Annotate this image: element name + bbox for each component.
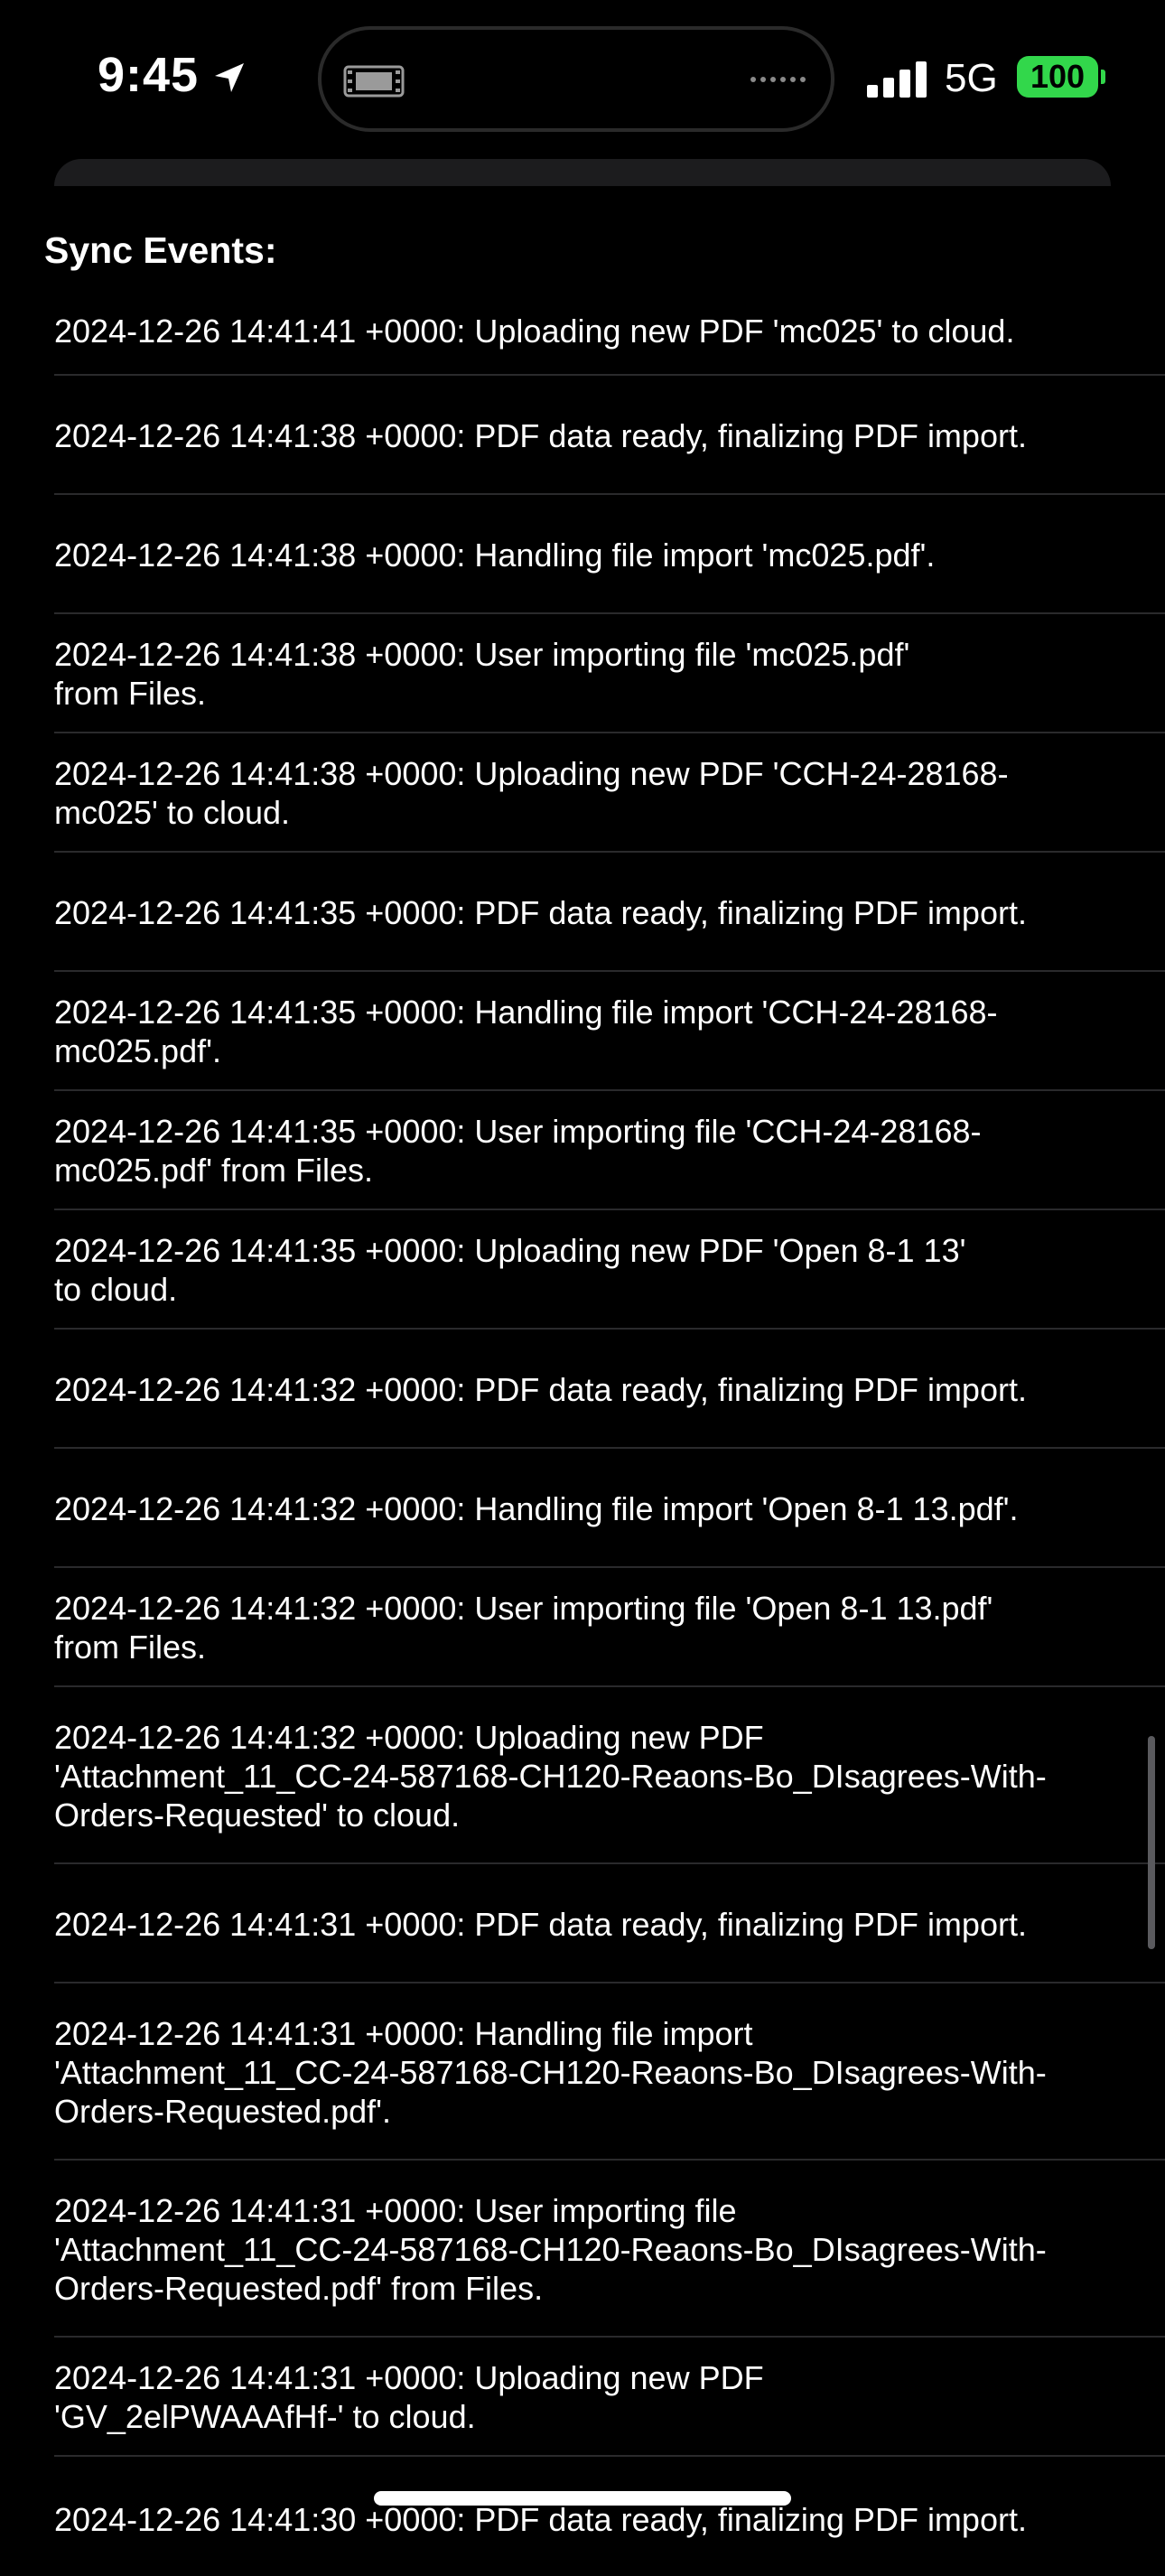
- home-indicator[interactable]: [374, 2491, 791, 2506]
- event-text: 2024-12-26 14:41:35 +0000: PDF data read…: [54, 893, 1027, 931]
- list-item: 2024-12-26 14:41:35 +0000: PDF data read…: [54, 853, 1165, 972]
- list-item: 2024-12-26 14:41:38 +0000: Uploading new…: [54, 733, 1165, 853]
- event-text: 2024-12-26 14:41:32 +0000: Handling file…: [54, 1489, 1019, 1527]
- event-text: 2024-12-26 14:41:38 +0000: User importin…: [54, 636, 910, 712]
- list-item: 2024-12-26 14:41:35 +0000: User importin…: [54, 1091, 1165, 1210]
- event-text: 2024-12-26 14:41:32 +0000: User importin…: [54, 1590, 993, 1666]
- list-item: 2024-12-26 14:41:32 +0000: User importin…: [54, 1568, 1165, 1687]
- event-text: 2024-12-26 14:41:32 +0000: PDF data read…: [54, 1370, 1027, 1408]
- list-item: 2024-12-26 14:41:35 +0000: Uploading new…: [54, 1210, 1165, 1330]
- event-text: 2024-12-26 14:41:35 +0000: User importin…: [54, 1113, 982, 1189]
- list-item: 2024-12-26 14:41:32 +0000: PDF data read…: [54, 1330, 1165, 1449]
- event-text: 2024-12-26 14:41:31 +0000: Uploading new…: [54, 2359, 764, 2435]
- previous-card: [54, 159, 1111, 186]
- location-arrow-icon: [215, 63, 244, 92]
- list-item: 2024-12-26 14:41:31 +0000: Handling file…: [54, 1983, 1165, 2161]
- event-text: 2024-12-26 14:41:32 +0000: Uploading new…: [54, 1718, 1047, 1834]
- scroll-indicator[interactable]: [1148, 1736, 1155, 1949]
- list-item: 2024-12-26 14:41:38 +0000: User importin…: [54, 614, 1165, 733]
- list-item: 2024-12-26 14:41:32 +0000: Handling file…: [54, 1449, 1165, 1568]
- event-text: 2024-12-26 14:41:31 +0000: Handling file…: [54, 2014, 1047, 2130]
- list-item: 2024-12-26 14:41:41 +0000: Uploading new…: [54, 285, 1165, 376]
- sync-events-title: Sync Events:: [44, 229, 277, 271]
- status-bar: 9:45 5G 100: [0, 0, 1165, 158]
- event-text: 2024-12-26 14:41:31 +0000: User importin…: [54, 2191, 1047, 2307]
- event-text: 2024-12-26 14:41:38 +0000: PDF data read…: [54, 416, 1027, 454]
- list-item: 2024-12-26 14:41:31 +0000: PDF data read…: [54, 1864, 1165, 1983]
- audio-waveform-icon: [750, 77, 806, 82]
- status-time: 9:45: [98, 48, 200, 102]
- list-item: 2024-12-26 14:41:35 +0000: Handling file…: [54, 972, 1165, 1091]
- event-text: 2024-12-26 14:41:38 +0000: Uploading new…: [54, 755, 1009, 831]
- list-item: 2024-12-26 14:41:32 +0000: Uploading new…: [54, 1687, 1165, 1864]
- event-text: 2024-12-26 14:41:30 +0000: PDF data read…: [54, 2501, 1027, 2538]
- film-strip-icon: [343, 65, 405, 98]
- event-text: 2024-12-26 14:41:35 +0000: Uploading new…: [54, 1232, 966, 1308]
- battery-tip: [1101, 70, 1105, 84]
- battery-indicator: 100: [1017, 56, 1098, 98]
- event-text: 2024-12-26 14:41:35 +0000: Handling file…: [54, 994, 998, 1069]
- list-item: 2024-12-26 14:41:38 +0000: PDF data read…: [54, 376, 1165, 495]
- event-text: 2024-12-26 14:41:38 +0000: Handling file…: [54, 536, 936, 574]
- network-type: 5G: [945, 56, 998, 100]
- event-text: 2024-12-26 14:41:41 +0000: Uploading new…: [54, 312, 1015, 350]
- list-item: 2024-12-26 14:41:38 +0000: Handling file…: [54, 495, 1165, 614]
- list-item: 2024-12-26 14:41:31 +0000: Uploading new…: [54, 2338, 1165, 2457]
- list-item: 2024-12-26 14:41:30 +0000: PDF data read…: [54, 2457, 1165, 2576]
- cellular-signal-icon: [867, 61, 927, 98]
- list-item: 2024-12-26 14:41:31 +0000: User importin…: [54, 2161, 1165, 2338]
- event-text: 2024-12-26 14:41:31 +0000: PDF data read…: [54, 1905, 1027, 1943]
